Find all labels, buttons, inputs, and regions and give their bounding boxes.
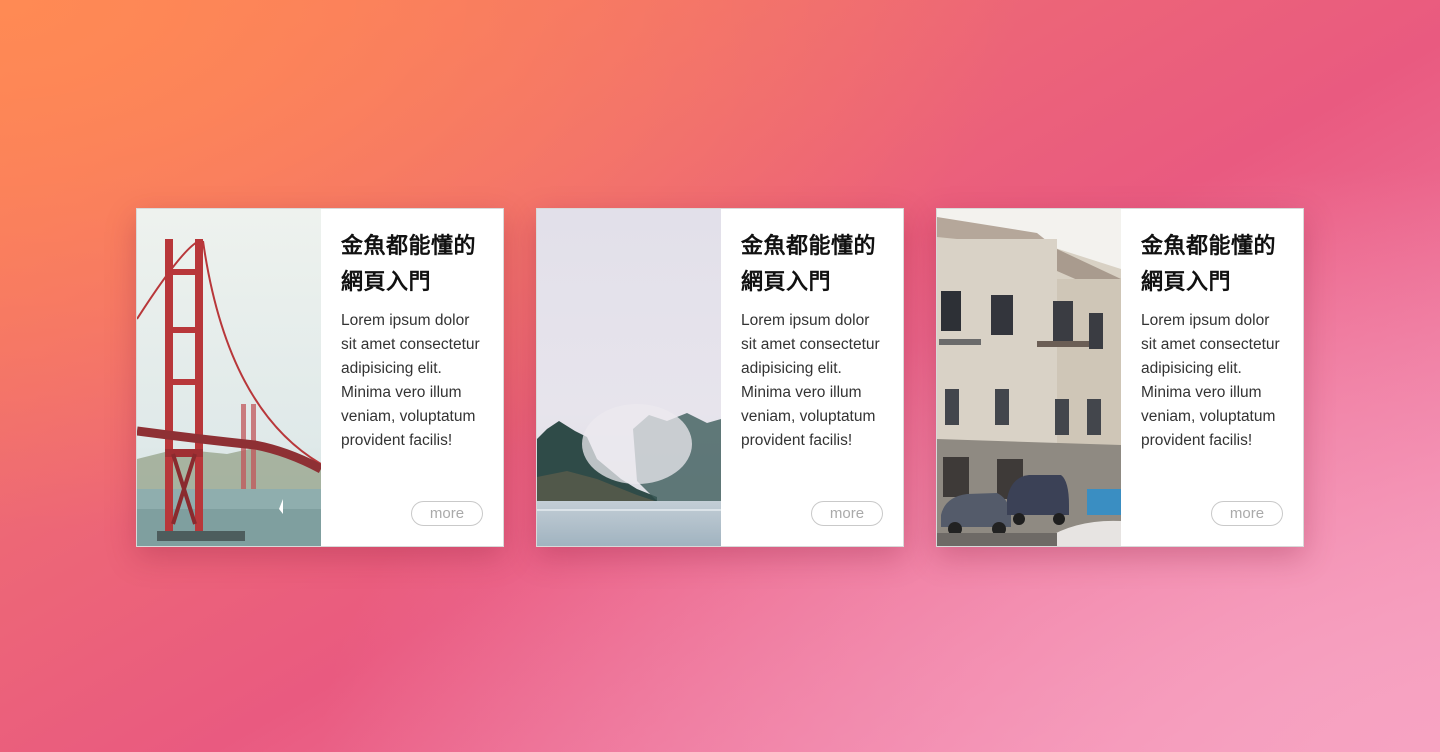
- card-title: 金魚都能懂的網頁入門: [1141, 234, 1277, 295]
- card-image: [537, 209, 721, 546]
- article-card: 金魚都能懂的網頁入門 Lorem ipsum dolor sit amet co…: [536, 208, 904, 547]
- card-list: 金魚都能懂的網頁入門 Lorem ipsum dolor sit amet co…: [136, 208, 1304, 547]
- card-description: Lorem ipsum dolor sit amet consectetur a…: [341, 312, 480, 449]
- card-title: 金魚都能懂的網頁入門: [741, 234, 877, 295]
- card-content: 金魚都能懂的網頁入門 Lorem ipsum dolor sit amet co…: [321, 209, 503, 546]
- article-card: 金魚都能懂的網頁入門 Lorem ipsum dolor sit amet co…: [136, 208, 504, 547]
- card-description: Lorem ipsum dolor sit amet consectetur a…: [1141, 312, 1280, 449]
- card-title: 金魚都能懂的網頁入門: [341, 234, 477, 295]
- card-content: 金魚都能懂的網頁入門 Lorem ipsum dolor sit amet co…: [1121, 209, 1303, 546]
- article-card: 金魚都能懂的網頁入門 Lorem ipsum dolor sit amet co…: [936, 208, 1304, 547]
- card-content: 金魚都能懂的網頁入門 Lorem ipsum dolor sit amet co…: [721, 209, 903, 546]
- more-button[interactable]: more: [1211, 501, 1283, 526]
- card-image: [137, 209, 321, 546]
- card-description: Lorem ipsum dolor sit amet consectetur a…: [741, 312, 880, 449]
- golden-gate-bridge-image: [137, 209, 321, 546]
- more-button[interactable]: more: [411, 501, 483, 526]
- foggy-forest-lake-image: [537, 209, 721, 546]
- old-town-street-image: [937, 209, 1121, 546]
- more-button[interactable]: more: [811, 501, 883, 526]
- card-image: [937, 209, 1121, 546]
